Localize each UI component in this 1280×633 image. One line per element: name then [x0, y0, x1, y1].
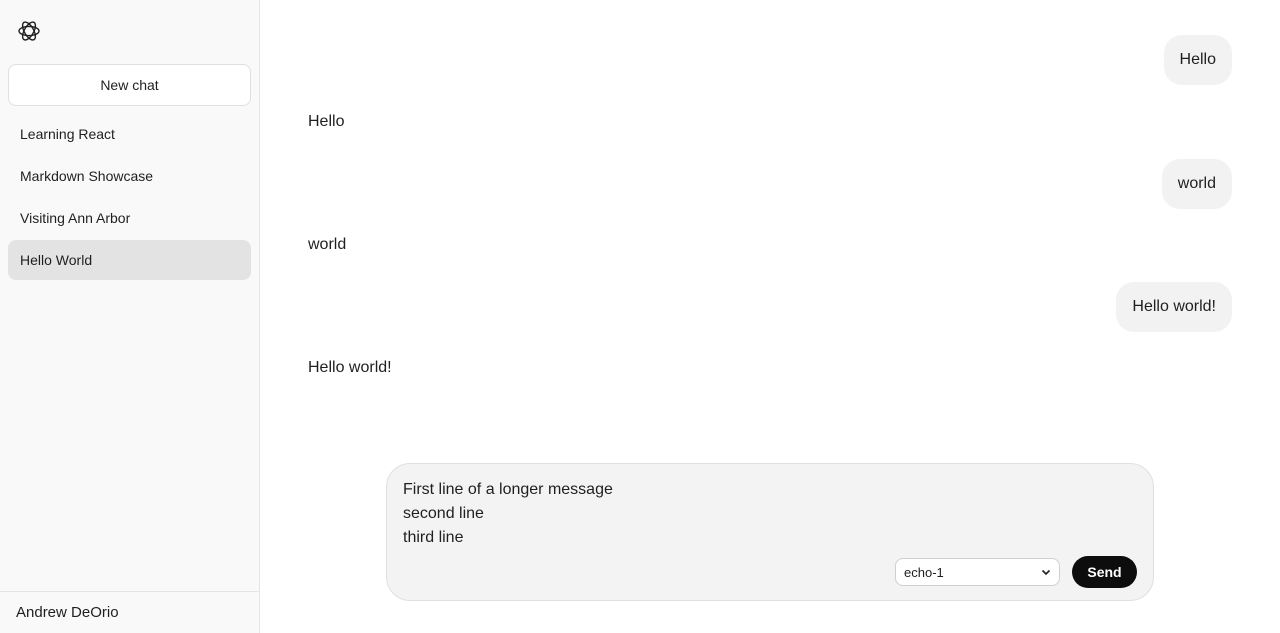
- sidebar-item-label: Visiting Ann Arbor: [20, 210, 131, 226]
- send-button[interactable]: Send: [1072, 556, 1137, 588]
- composer: echo-1 Send: [386, 463, 1154, 601]
- assistant-message: Hello world!: [308, 359, 392, 376]
- assistant-message: Hello: [308, 113, 345, 130]
- openai-logo-icon[interactable]: [16, 18, 42, 44]
- user-name: Andrew DeOrio: [16, 604, 119, 621]
- chevron-down-icon: [1041, 565, 1051, 580]
- sidebar-item-learning-react[interactable]: Learning React: [8, 114, 251, 154]
- sidebar-item-markdown-showcase[interactable]: Markdown Showcase: [8, 156, 251, 196]
- new-chat-button[interactable]: New chat: [8, 64, 251, 106]
- sidebar-item-visiting-ann-arbor[interactable]: Visiting Ann Arbor: [8, 198, 251, 238]
- user-message: Hello world!: [1116, 282, 1232, 332]
- sidebar: New chat Learning React Markdown Showcas…: [0, 0, 260, 633]
- sidebar-item-label: Learning React: [20, 126, 115, 142]
- user-menu[interactable]: Andrew DeOrio: [0, 591, 259, 633]
- sidebar-item-hello-world[interactable]: Hello World: [8, 240, 251, 280]
- chat-main: Hello Hello world world Hello world! Hel…: [260, 0, 1280, 633]
- sidebar-item-label: Hello World: [20, 252, 93, 268]
- user-message: world: [1161, 159, 1232, 209]
- model-select[interactable]: echo-1: [895, 558, 1060, 586]
- chat-list: Learning React Markdown Showcase Visitin…: [8, 114, 251, 282]
- model-select-value: echo-1: [904, 564, 944, 580]
- assistant-message: world: [308, 236, 347, 253]
- user-message: Hello: [1163, 35, 1232, 85]
- message-input[interactable]: [403, 478, 1133, 558]
- sidebar-item-label: Markdown Showcase: [20, 168, 154, 184]
